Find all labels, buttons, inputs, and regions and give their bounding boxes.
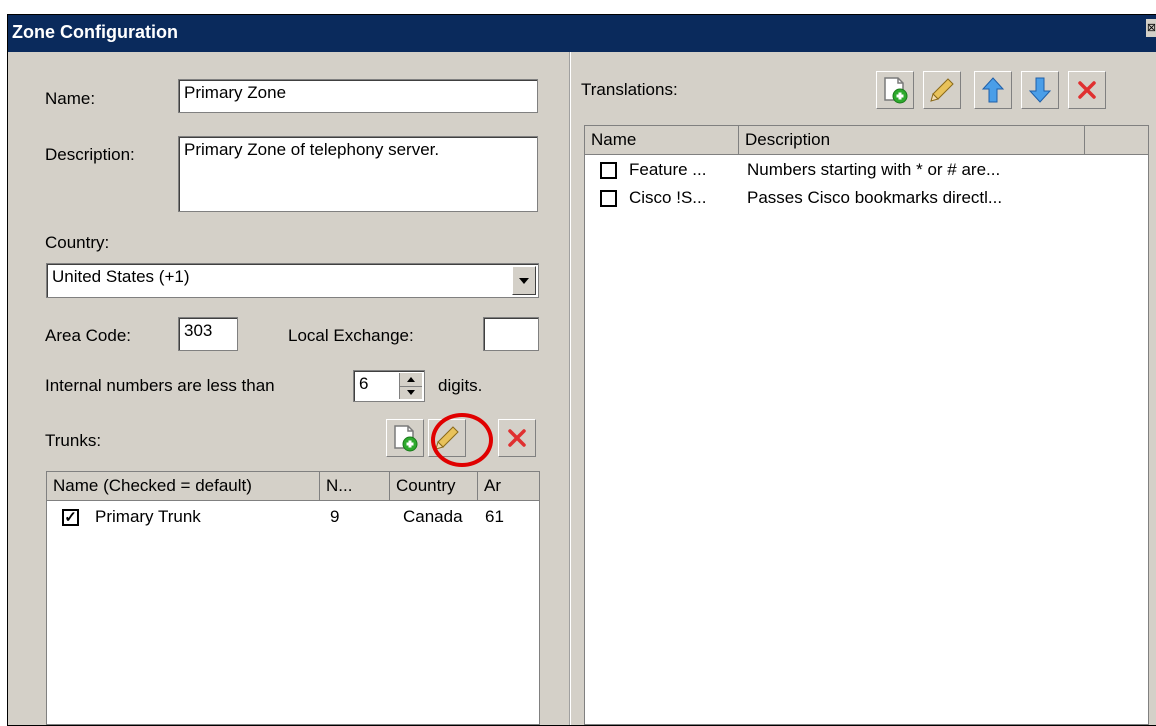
internal-digits-spinner[interactable]: 6	[353, 370, 425, 402]
trunk-number: 9	[330, 507, 340, 526]
area-code-label: Area Code:	[45, 326, 131, 345]
trunk-col-area[interactable]: Ar	[478, 472, 539, 501]
dropdown-arrow-icon[interactable]	[512, 266, 536, 295]
zone-configuration-window: Zone Configuration ⊠ Name: Primary Zone …	[7, 14, 1156, 726]
trunk-name: Primary Trunk	[95, 507, 201, 526]
spinner-buttons	[399, 373, 422, 399]
area-code-input[interactable]: 303	[178, 317, 238, 351]
description-label: Description:	[45, 145, 135, 164]
trunk-area: 61	[485, 507, 504, 526]
local-exchange-label: Local Exchange:	[288, 326, 414, 345]
trunk-country: Canada	[403, 507, 463, 526]
edit-translation-button[interactable]	[923, 71, 961, 109]
translations-list[interactable]: Name Description Feature ... Numbers sta…	[584, 125, 1149, 725]
name-label: Name:	[45, 89, 96, 108]
table-row[interactable]: Cisco !S... Passes Cisco bookmarks direc…	[585, 184, 1148, 214]
description-input[interactable]: Primary Zone of telephony server.	[178, 136, 538, 212]
country-label: Country:	[45, 233, 110, 252]
arrow-up-icon	[981, 77, 1005, 103]
internal-digits-value: 6	[359, 374, 369, 393]
move-down-button[interactable]	[1021, 71, 1059, 109]
digits-label: digits.	[438, 376, 483, 395]
close-button[interactable]: ⊠	[1146, 19, 1156, 37]
arrow-down-icon	[1028, 77, 1052, 103]
spinner-up-icon[interactable]	[400, 373, 422, 387]
delete-trunk-button[interactable]	[498, 419, 536, 457]
delete-icon	[508, 429, 526, 447]
delete-icon	[1078, 81, 1096, 99]
translation-description: Numbers starting with * or # are...	[747, 160, 1001, 179]
translation-description: Passes Cisco bookmarks directl...	[747, 188, 1003, 207]
translation-col-description[interactable]: Description	[739, 126, 1085, 155]
internal-numbers-label: Internal numbers are less than	[45, 376, 275, 395]
trunk-col-country[interactable]: Country	[390, 472, 478, 501]
trunks-list[interactable]: Name (Checked = default) N... Country Ar…	[46, 471, 540, 725]
highlight-circle	[431, 413, 493, 467]
local-exchange-input[interactable]	[483, 317, 539, 351]
add-translation-button[interactable]	[876, 71, 914, 109]
translation-enabled-checkbox[interactable]	[600, 190, 617, 207]
table-row[interactable]: ✓ Primary Trunk 9 Canada 61	[47, 503, 539, 533]
trunk-default-checkbox[interactable]: ✓	[62, 509, 79, 526]
translation-name: Cisco !S...	[629, 188, 707, 207]
title-bar: Zone Configuration ⊠	[8, 15, 1156, 52]
trunk-col-name[interactable]: Name (Checked = default)	[47, 472, 320, 501]
name-input[interactable]: Primary Zone	[178, 79, 538, 113]
translation-name: Feature ...	[629, 160, 707, 179]
delete-translation-button[interactable]	[1068, 71, 1106, 109]
country-select-value: United States (+1)	[52, 267, 190, 286]
spinner-down-icon[interactable]	[400, 387, 422, 400]
trunks-label: Trunks:	[45, 431, 102, 450]
move-up-button[interactable]	[974, 71, 1012, 109]
add-icon	[394, 425, 418, 452]
translations-label: Translations:	[581, 80, 678, 99]
translation-col-name[interactable]: Name	[585, 126, 739, 155]
translation-enabled-checkbox[interactable]	[600, 162, 617, 179]
add-trunk-button[interactable]	[386, 419, 424, 457]
add-icon	[884, 77, 908, 104]
table-row[interactable]: Feature ... Numbers starting with * or #…	[585, 156, 1148, 186]
window-title: Zone Configuration	[12, 22, 178, 42]
column-divider	[569, 52, 571, 725]
trunk-col-number[interactable]: N...	[320, 472, 390, 501]
pencil-icon	[930, 78, 954, 102]
country-select[interactable]: United States (+1)	[46, 263, 539, 298]
translation-col-filler	[1085, 126, 1148, 155]
